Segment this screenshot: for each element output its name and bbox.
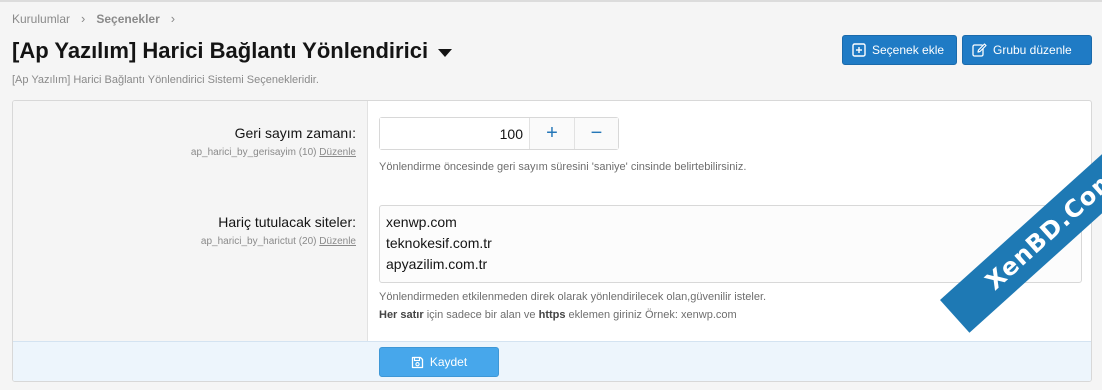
option-key-text: ap_harici_by_harictut (20) <box>200 236 317 247</box>
save-label: Kaydet <box>429 355 468 369</box>
hint-line-2: Her satır için sadece bir alan ve https … <box>379 306 766 324</box>
option-key-countdown: ap_harici_by_gerisayim (10) Düzenle <box>191 147 356 158</box>
options-panel: Geri sayım zamanı: ap_harici_by_gerisayi… <box>12 100 1092 382</box>
option-label-countdown: Geri sayım zamanı: <box>234 125 356 141</box>
top-border <box>0 0 1102 2</box>
breadcrumb-item-secenekler[interactable]: Seçenekler <box>96 12 159 26</box>
option-key-text: ap_harici_by_gerisayim (10) <box>190 147 317 158</box>
caret-down-icon[interactable] <box>438 48 453 57</box>
edit-option-link-countdown[interactable]: Düzenle <box>319 147 356 158</box>
hint-text: eklemen giriniz Örnek: xenwp.com <box>565 309 737 321</box>
increment-button[interactable]: + <box>530 118 574 149</box>
chevron-right-icon: › <box>81 11 86 26</box>
countdown-input[interactable] <box>380 118 530 149</box>
breadcrumb: Kurulumlar › Seçenekler › <box>12 11 186 26</box>
chevron-right-icon: › <box>170 11 176 26</box>
edit-group-label: Grubu düzenle <box>993 43 1072 57</box>
edit-group-button[interactable]: Grubu düzenle <box>962 35 1092 65</box>
countdown-hint: Yönlendirme öncesinde geri sayım süresin… <box>379 161 747 173</box>
textarea-line: teknokesif.com.tr <box>386 235 492 251</box>
hint-bold-text: Her satır <box>379 309 424 321</box>
page-title[interactable]: [Ap Yazılım] Harici Bağlantı Yönlendiric… <box>12 38 453 64</box>
breadcrumb-item-kurulumlar[interactable]: Kurulumlar <box>12 12 70 26</box>
option-label-excluded-sites: Hariç tutulacak siteler: <box>218 214 356 230</box>
page-title-text: [Ap Yazılım] Harici Bağlantı Yönlendiric… <box>12 38 429 63</box>
textarea-line: xenwp.com <box>386 214 457 230</box>
form-footer: Kaydet <box>13 341 1091 381</box>
edit-icon <box>972 43 987 57</box>
add-option-button[interactable]: Seçenek ekle <box>842 35 957 65</box>
excluded-sites-hint: Yönlendirmeden etkilenmeden direk olarak… <box>379 288 766 324</box>
hint-text: için sadece bir alan ve <box>423 309 539 321</box>
decrement-button[interactable]: − <box>574 118 618 149</box>
add-option-label: Seçenek ekle <box>872 43 945 57</box>
save-icon <box>411 356 423 368</box>
option-key-excluded-sites: ap_harici_by_harictut (20) Düzenle <box>201 236 356 247</box>
save-button[interactable]: Kaydet <box>379 347 499 377</box>
countdown-stepper: + − <box>379 117 619 150</box>
hint-bold-text: https <box>538 309 566 321</box>
plus-square-icon <box>852 43 866 57</box>
hint-line-1: Yönlendirmeden etkilenmeden direk olarak… <box>379 291 767 303</box>
page-description: [Ap Yazılım] Harici Bağlantı Yönlendiric… <box>12 74 319 86</box>
edit-option-link-excluded-sites[interactable]: Düzenle <box>319 236 356 247</box>
